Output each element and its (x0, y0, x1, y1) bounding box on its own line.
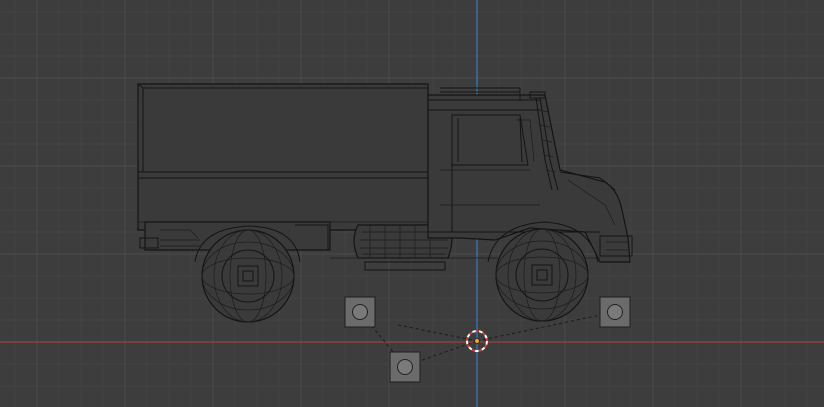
circle-empty-icon (352, 304, 368, 320)
circle-empty-icon (397, 359, 413, 375)
empty-2[interactable] (389, 351, 421, 383)
circle-empty-icon (607, 304, 623, 320)
empty-3[interactable] (599, 296, 631, 328)
truck-mesh[interactable] (137, 83, 633, 323)
empty-1[interactable] (344, 296, 376, 328)
object-origin-icon (474, 338, 480, 344)
3d-viewport[interactable] (0, 0, 824, 407)
